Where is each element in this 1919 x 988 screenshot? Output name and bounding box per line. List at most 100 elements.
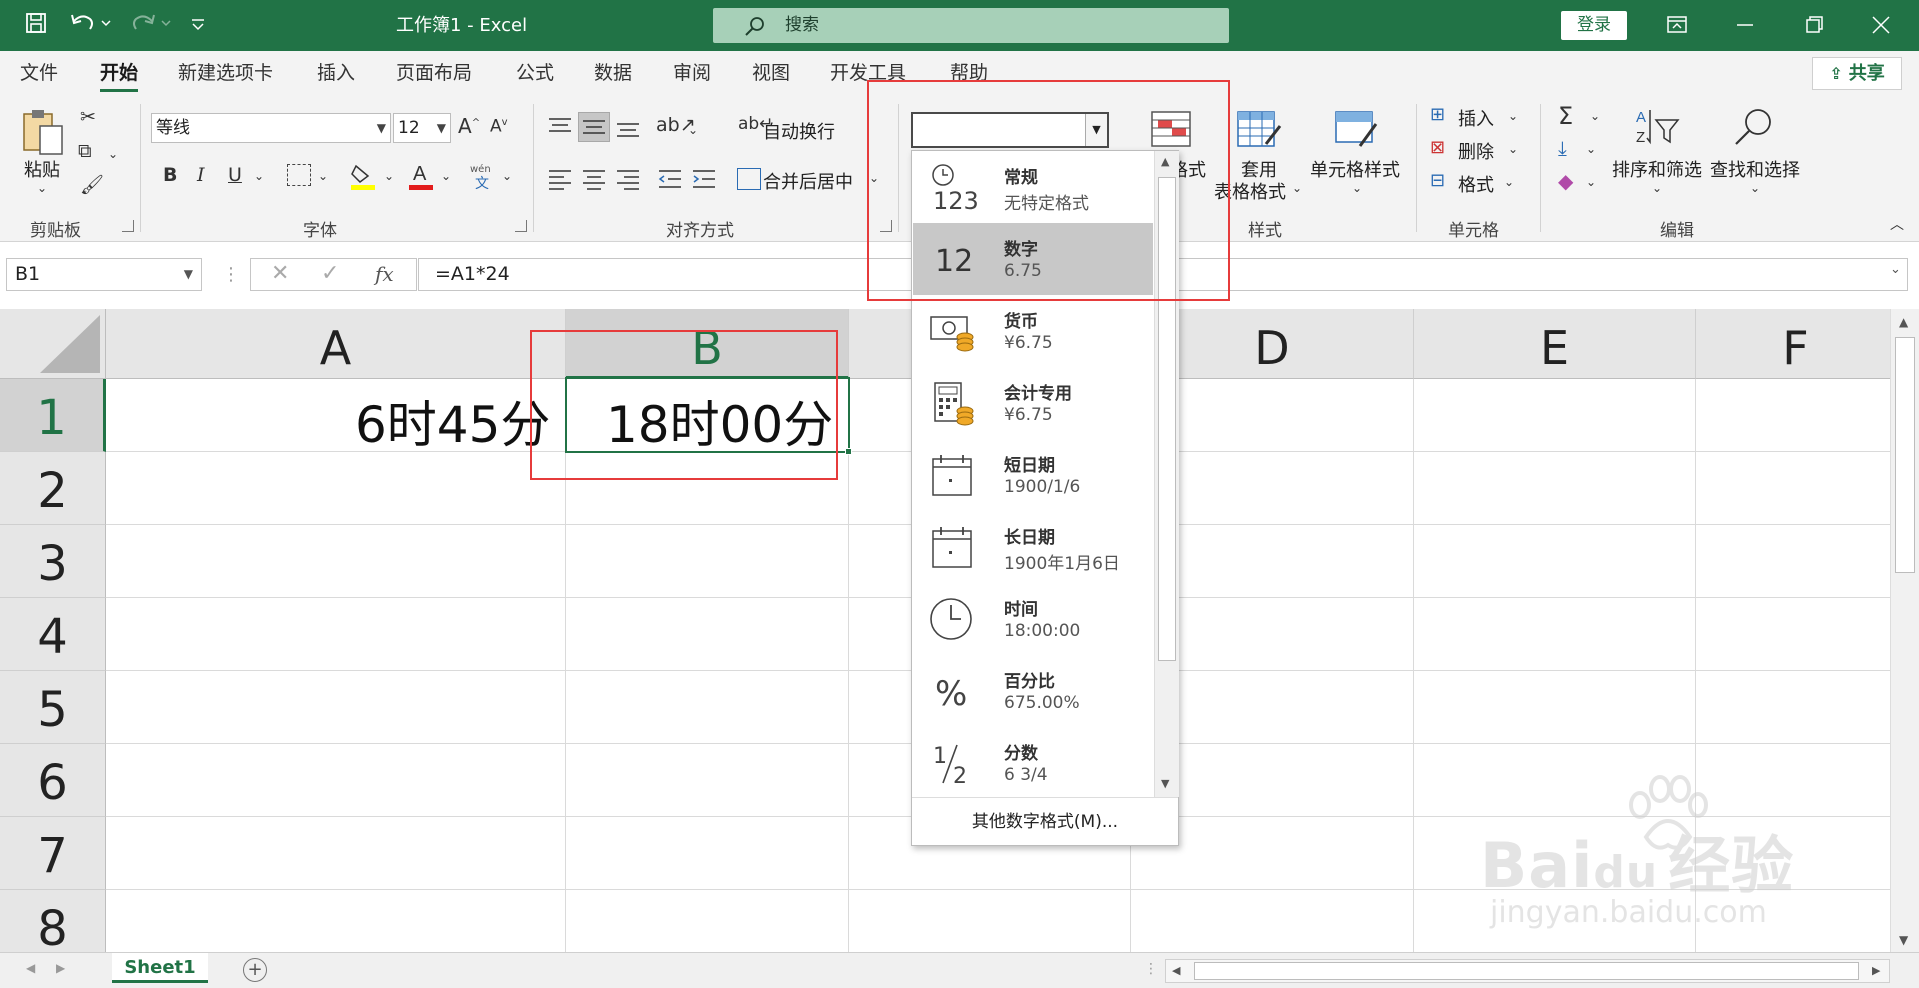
cell-styles-dropdown-icon[interactable]: ⌄: [1352, 182, 1362, 194]
format-cells-icon[interactable]: ⊟: [1430, 172, 1445, 190]
horizontal-scroll-thumb[interactable]: [1194, 962, 1859, 980]
more-number-formats-button[interactable]: 其他数字格式(M)...: [912, 797, 1178, 845]
sheet-tab-sheet1[interactable]: Sheet1: [112, 953, 208, 983]
borders-icon[interactable]: [287, 164, 311, 186]
align-center-icon[interactable]: [580, 168, 608, 190]
tab-formulas[interactable]: 公式: [516, 51, 554, 96]
underline-dropdown-icon[interactable]: ⌄: [254, 170, 264, 182]
fill-handle[interactable]: [845, 448, 852, 455]
delete-dropdown-icon[interactable]: ⌄: [1508, 143, 1518, 155]
align-top-icon[interactable]: [546, 116, 574, 138]
format-cells-button[interactable]: 格式: [1458, 171, 1494, 197]
paste-label[interactable]: 粘贴: [24, 156, 60, 182]
save-icon[interactable]: [24, 11, 54, 39]
insert-function-icon[interactable]: fx: [375, 262, 394, 286]
collapse-ribbon-icon[interactable]: ︿: [1890, 218, 1904, 232]
italic-button[interactable]: I: [197, 166, 205, 185]
phonetic-guide-icon[interactable]: wén 文: [468, 162, 496, 192]
minimize-icon[interactable]: [1730, 10, 1760, 40]
more-options-icon[interactable]: ⋮: [222, 264, 240, 285]
format-option-time[interactable]: 时间 18:00:00: [913, 583, 1153, 655]
more-options-icon[interactable]: ⋮: [1144, 961, 1158, 977]
sort-filter-dropdown-icon[interactable]: ⌄: [1652, 182, 1662, 194]
format-as-table-icon[interactable]: [1236, 108, 1284, 152]
name-box[interactable]: B1 ▼: [6, 258, 202, 291]
decrease-indent-icon[interactable]: [656, 168, 684, 190]
align-right-icon[interactable]: [614, 168, 642, 190]
find-select-icon[interactable]: [1730, 106, 1776, 150]
merge-center-button[interactable]: 合并后居中: [763, 168, 853, 194]
borders-dropdown-icon[interactable]: ⌄: [318, 170, 328, 182]
orientation-dropdown-icon[interactable]: ⌄: [688, 124, 698, 136]
scroll-down-icon[interactable]: ▼: [1161, 777, 1169, 790]
find-select-button[interactable]: 查找和选择: [1710, 156, 1800, 182]
row-header-8[interactable]: 8: [0, 890, 106, 952]
align-middle-icon[interactable]: [578, 112, 610, 142]
format-as-table-dropdown-icon[interactable]: ⌄: [1292, 182, 1302, 194]
next-sheet-icon[interactable]: ▶: [56, 961, 65, 975]
select-all-corner[interactable]: [0, 309, 106, 379]
vertical-scrollbar[interactable]: ▲ ▼: [1890, 309, 1919, 952]
delete-cells-icon[interactable]: ⊠: [1430, 139, 1445, 157]
copy-icon[interactable]: ⧉: [78, 142, 92, 161]
row-header-1[interactable]: 1: [0, 379, 106, 452]
format-option-currency[interactable]: 货币 ¥6.75: [913, 295, 1153, 367]
sort-filter-button[interactable]: 排序和筛选: [1612, 156, 1702, 182]
autosum-dropdown-icon[interactable]: ⌄: [1590, 110, 1600, 122]
undo-icon[interactable]: [68, 11, 114, 39]
format-option-short-date[interactable]: 短日期 1900/1/6: [913, 439, 1153, 511]
increase-font-size-icon[interactable]: A^: [458, 116, 480, 136]
font-size-combo[interactable]: 12 ▼: [393, 113, 451, 143]
cell-styles-label[interactable]: 单元格样式: [1310, 156, 1400, 182]
redo-icon[interactable]: [128, 11, 174, 39]
close-icon[interactable]: [1866, 10, 1896, 40]
insert-dropdown-icon[interactable]: ⌄: [1508, 110, 1518, 122]
insert-cells-icon[interactable]: ⊞: [1430, 106, 1445, 124]
row-header-7[interactable]: 7: [0, 817, 106, 890]
expand-formula-bar-icon[interactable]: ⌄: [1890, 262, 1901, 277]
underline-button[interactable]: U: [228, 166, 242, 185]
share-button[interactable]: ⇪ 共享: [1812, 57, 1902, 90]
scroll-right-icon[interactable]: ▶: [1872, 964, 1880, 977]
font-launcher-icon[interactable]: [515, 220, 527, 232]
tab-new-tab[interactable]: 新建选项卡: [178, 51, 273, 96]
increase-indent-icon[interactable]: [690, 168, 718, 190]
insert-cells-button[interactable]: 插入: [1458, 105, 1494, 131]
clear-dropdown-icon[interactable]: ⌄: [1586, 176, 1596, 188]
column-header-f[interactable]: F: [1696, 309, 1890, 379]
tab-home[interactable]: 开始: [100, 51, 139, 96]
row-header-2[interactable]: 2: [0, 452, 106, 525]
tab-view[interactable]: 视图: [752, 51, 790, 96]
column-header-a[interactable]: A: [106, 309, 566, 379]
format-dropdown-icon[interactable]: ⌄: [1504, 176, 1514, 188]
delete-cells-button[interactable]: 删除: [1458, 138, 1494, 164]
decrease-font-size-icon[interactable]: Av: [490, 118, 508, 136]
format-option-percentage[interactable]: % 百分比 675.00%: [913, 655, 1153, 727]
format-option-accounting[interactable]: 会计专用 ¥6.75: [913, 367, 1153, 439]
format-painter-icon[interactable]: 🖌: [80, 176, 104, 195]
enter-icon[interactable]: ✓: [321, 261, 339, 286]
font-color-icon[interactable]: A: [408, 160, 434, 192]
fill-dropdown-icon[interactable]: ⌄: [1586, 143, 1596, 155]
format-option-long-date[interactable]: 长日期 1900年1月6日: [913, 511, 1153, 583]
cell-styles-icon[interactable]: [1334, 108, 1380, 152]
cell-a1[interactable]: 6时45分: [355, 385, 550, 457]
tab-data[interactable]: 数据: [594, 51, 632, 96]
login-button[interactable]: 登录: [1561, 11, 1627, 40]
paste-icon[interactable]: [20, 106, 70, 160]
clipboard-launcher-icon[interactable]: [122, 220, 134, 232]
tab-insert[interactable]: 插入: [317, 51, 355, 96]
cut-icon[interactable]: ✂: [80, 108, 96, 127]
row-header-5[interactable]: 5: [0, 671, 106, 744]
row-header-6[interactable]: 6: [0, 744, 106, 817]
autosum-icon[interactable]: Σ: [1558, 104, 1573, 128]
scroll-down-icon[interactable]: ▼: [1899, 933, 1908, 947]
tab-file[interactable]: 文件: [20, 51, 58, 96]
clear-icon[interactable]: ◆: [1558, 171, 1573, 191]
ribbon-display-options-icon[interactable]: [1662, 10, 1692, 40]
row-header-4[interactable]: 4: [0, 598, 106, 671]
merge-center-icon[interactable]: [737, 168, 761, 190]
scroll-up-icon[interactable]: ▲: [1899, 315, 1908, 329]
restore-icon[interactable]: [1799, 10, 1829, 40]
wrap-text-button[interactable]: 自动换行: [763, 118, 835, 144]
